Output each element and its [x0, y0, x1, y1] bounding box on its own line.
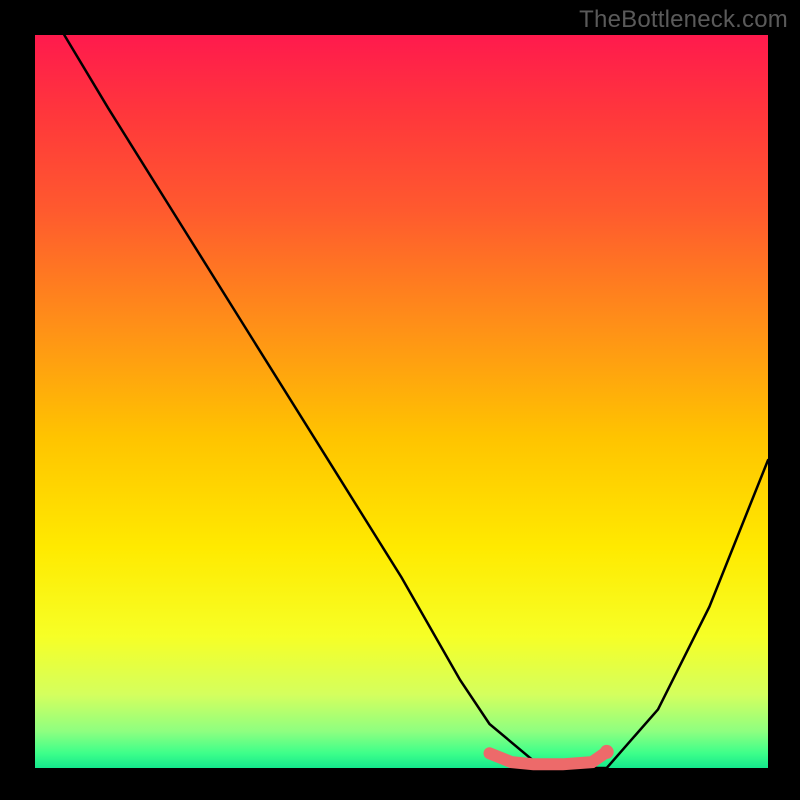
bottleneck-curve: [64, 35, 768, 768]
chart-svg: [35, 35, 768, 768]
optimal-zone-line: [490, 752, 607, 764]
plot-area: [35, 35, 768, 768]
chart-frame: TheBottleneck.com: [0, 0, 800, 800]
watermark-text: TheBottleneck.com: [579, 6, 788, 34]
optimal-end-marker: [600, 745, 614, 759]
